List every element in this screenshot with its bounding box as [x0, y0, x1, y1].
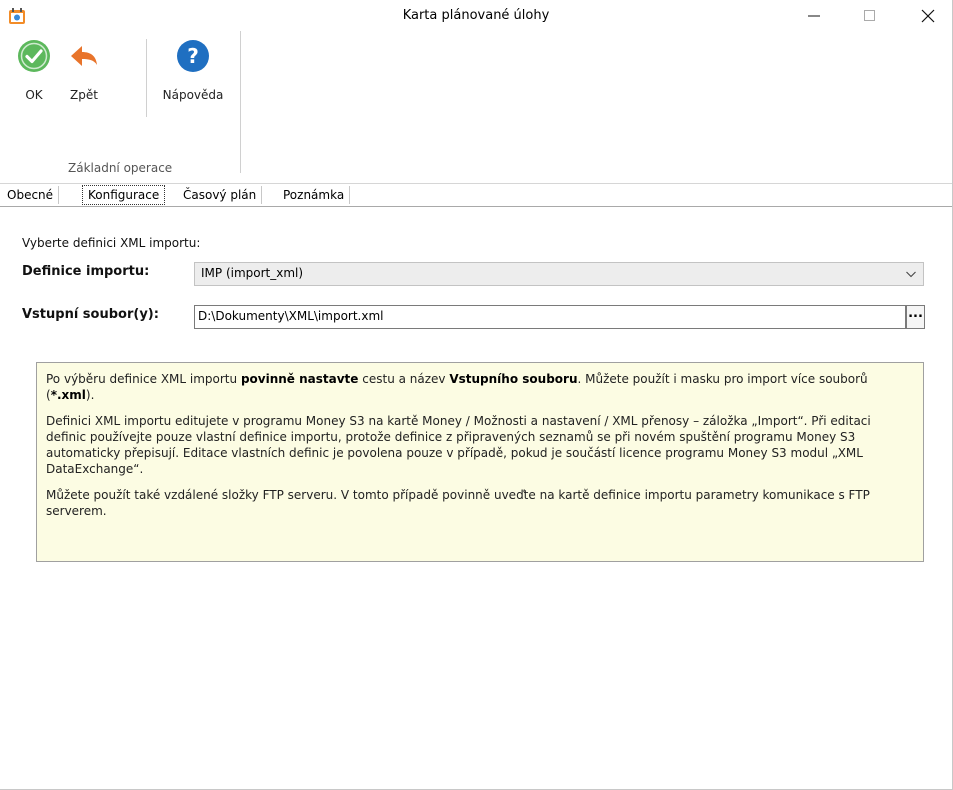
- tab-schedule[interactable]: Časový plán: [178, 186, 263, 204]
- definition-prompt: Vyberte definici XML importu:: [22, 236, 201, 250]
- info-bold-text: povinně nastavte: [240, 372, 359, 386]
- maximize-icon: [864, 9, 875, 21]
- close-button[interactable]: [905, 0, 951, 31]
- ribbon-group-separator: [240, 31, 241, 173]
- tab-strip: Obecné Konfigurace Časový plán Poznámka: [0, 184, 952, 207]
- definition-label: Definice importu:: [22, 264, 150, 279]
- svg-text:?: ?: [187, 44, 199, 68]
- info-paragraph-1: Po výběru definice XML importu povinně n…: [46, 371, 914, 403]
- ribbon-separator: [146, 39, 147, 117]
- minimize-icon: [808, 15, 820, 16]
- info-text: Po výběru definice XML importu: [46, 372, 241, 386]
- definition-select[interactable]: IMP (import_xml): [194, 262, 924, 286]
- check-circle-icon: [18, 40, 50, 72]
- input-file-field[interactable]: D:\Dokumenty\XML\import.xml: [194, 305, 906, 329]
- scheduled-task-window: Karta plánované úlohy OK Zpět ? Nápověda…: [0, 0, 953, 790]
- input-file-value: D:\Dokumenty\XML\import.xml: [198, 309, 384, 323]
- info-text: cestu a název: [358, 372, 450, 386]
- input-file-label: Vstupní soubor(y):: [22, 307, 159, 322]
- info-text: ).: [85, 388, 95, 402]
- info-bold-text: *.xml: [50, 388, 86, 402]
- browse-button[interactable]: ...: [906, 305, 925, 329]
- help-button-label: Nápověda: [162, 88, 224, 102]
- info-paragraph-2: Definici XML importu editujete v program…: [46, 414, 871, 476]
- undo-arrow-icon: [71, 46, 97, 66]
- ok-button[interactable]: OK: [14, 39, 54, 102]
- close-icon: [921, 9, 935, 22]
- help-button[interactable]: ? Nápověda: [154, 39, 232, 102]
- maximize-button[interactable]: [847, 0, 893, 31]
- definition-select-value: IMP (import_xml): [201, 266, 304, 280]
- ok-button-label: OK: [25, 88, 43, 102]
- tab-note[interactable]: Poznámka: [278, 186, 351, 204]
- info-paragraph-3: Můžete použít také vzdálené složky FTP s…: [46, 488, 870, 518]
- tab-configuration[interactable]: Konfigurace: [82, 185, 166, 205]
- ribbon-group-basic-operations: OK Zpět ? Nápověda Základní operace: [8, 31, 248, 181]
- title-bar: Karta plánované úlohy: [0, 0, 952, 31]
- tab-general[interactable]: Obecné: [2, 186, 60, 204]
- info-bold-text: Vstupního souboru: [449, 372, 578, 386]
- minimize-button[interactable]: [791, 0, 837, 31]
- back-button-label: Zpět: [70, 88, 98, 102]
- ribbon: OK Zpět ? Nápověda Základní operace: [0, 31, 952, 184]
- info-panel: Po výběru definice XML importu povinně n…: [36, 362, 924, 562]
- ribbon-group-label: Základní operace: [68, 161, 173, 175]
- help-circle-icon: ?: [177, 40, 209, 72]
- chevron-down-icon: [906, 271, 916, 278]
- back-button[interactable]: Zpět: [60, 39, 108, 102]
